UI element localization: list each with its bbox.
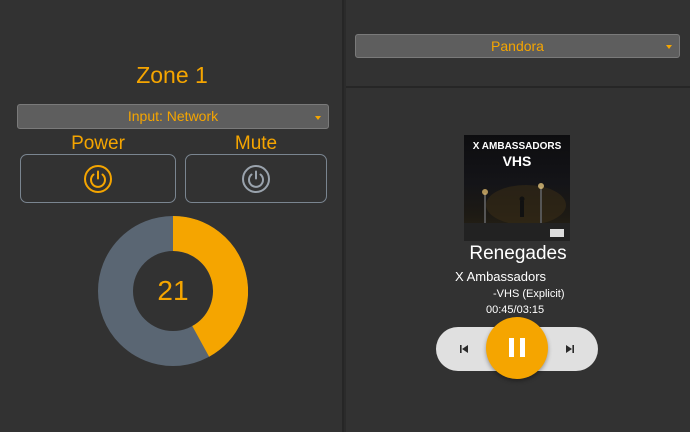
next-icon [566,345,574,353]
song-title: Renegades [469,243,567,264]
zone-panel: Zone 1 Input: Network Power Mute 21 [0,0,344,432]
previous-icon [460,345,468,353]
input-select[interactable]: Input: Network [17,104,329,129]
pause-button[interactable] [486,317,548,379]
previous-button[interactable] [456,341,472,357]
chevron-down-icon [666,45,672,49]
power-button[interactable] [20,154,176,203]
artist-name: X Ambassadors [455,269,547,284]
power-icon [84,164,112,193]
mute-label: Mute [234,133,278,154]
power-label: Power [71,133,125,154]
album-art: X AMBASSADORS VHS [464,135,570,241]
next-button[interactable] [562,341,578,357]
now-playing-panel: X AMBASSADORS VHS Renegades X Ambassador… [346,88,690,432]
album-art-title: VHS [502,153,532,169]
source-select-value: Pandora [491,38,544,54]
source-select[interactable]: Pandora [355,34,680,58]
power-icon [242,164,270,193]
input-select-value: Input: Network [127,108,219,124]
mute-button[interactable] [185,154,327,203]
pause-icon [509,338,525,357]
zone-title: Zone 1 [136,62,208,88]
volume-gauge[interactable]: 21 [98,216,248,366]
source-panel: Pandora [346,0,690,88]
volume-value: 21 [157,275,189,306]
album-art-band: X AMBASSADORS [472,141,562,152]
chevron-down-icon [315,116,321,120]
track-time: 00:45/03:15 [486,304,545,316]
album-name: -VHS (Explicit) [493,288,565,300]
